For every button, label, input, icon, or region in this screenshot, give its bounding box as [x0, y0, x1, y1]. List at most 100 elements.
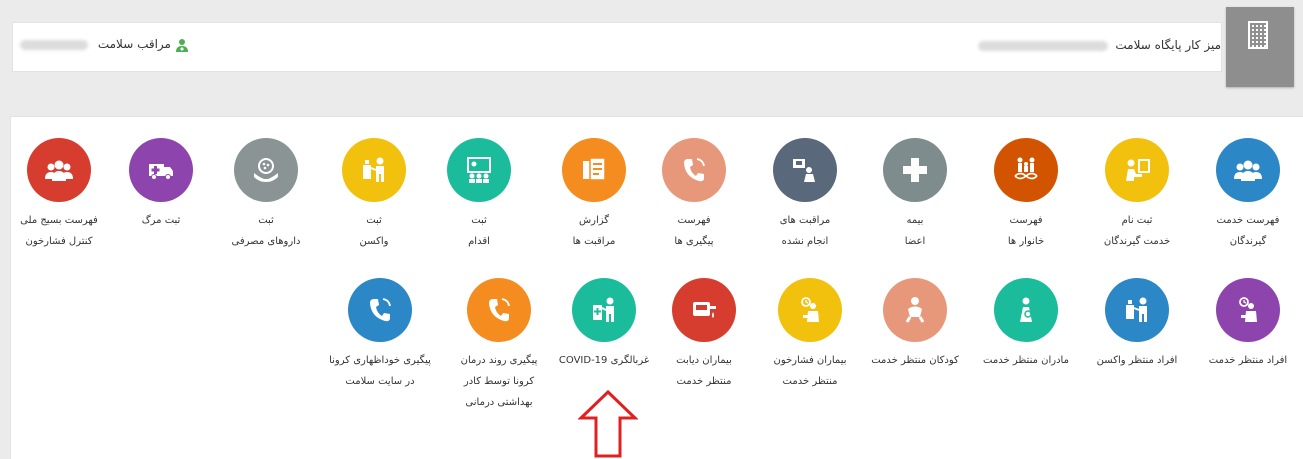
workspace-tile[interactable] — [1226, 7, 1294, 87]
service-tile-darooha[interactable]: ثبت داروهای مصرفی — [211, 138, 321, 252]
service-tile-bime[interactable]: بیمه اعضا — [860, 138, 970, 252]
service-label: اقدام — [468, 236, 490, 247]
health-worker-icon — [175, 38, 188, 52]
service-tile-feshar[interactable]: بیماران فشارخون منتظر خدمت — [755, 278, 865, 392]
service-label: منتظر خدمت — [676, 376, 732, 387]
service-tile-montazer-khedmat[interactable]: افراد منتظر خدمت — [1193, 278, 1303, 371]
user-role: مراقب سلامت — [97, 37, 171, 51]
service-tile-button[interactable] — [27, 138, 91, 202]
service-tile-basij[interactable]: فهرست بسیج ملی کنترل فشارخون — [4, 138, 114, 252]
medicine-hands-icon — [254, 158, 278, 182]
service-label: اعضا — [904, 236, 926, 247]
service-tile-button[interactable] — [234, 138, 298, 202]
service-tile-button[interactable] — [342, 138, 406, 202]
service-label: پیگیری روند درمان — [460, 355, 538, 366]
service-tile-button[interactable] — [994, 278, 1058, 342]
mother-icon — [1020, 297, 1032, 322]
service-label: داروهای مصرفی — [231, 236, 301, 247]
service-tile-peygiri[interactable]: فهرست پیگیری ها — [639, 138, 749, 252]
service-tile-button[interactable] — [773, 138, 837, 202]
service-label: افراد منتظر واکسن — [1096, 355, 1178, 366]
service-label: خدمت گیرندگان — [1103, 236, 1171, 247]
service-label: گیرندگان — [1229, 236, 1267, 247]
service-label: بیماران فشارخون — [773, 355, 847, 366]
service-tile-button[interactable] — [1216, 278, 1280, 342]
service-tile-fehrest-khedmat[interactable]: فهرست خدمت گیرندگان — [1193, 138, 1303, 252]
service-tile-button[interactable] — [672, 278, 736, 342]
service-label: فهرست — [1009, 215, 1043, 226]
people-group-icon — [45, 160, 73, 181]
service-tile-button[interactable] — [348, 278, 412, 342]
service-label: بهداشتی درمانی — [465, 397, 533, 408]
service-label: مراقبت های — [779, 215, 831, 226]
service-tile-koodakan[interactable]: کودکان منتظر خدمت — [860, 278, 970, 371]
report-icon — [583, 157, 606, 181]
service-tile-button[interactable] — [1105, 138, 1169, 202]
service-tile-khodezhari[interactable]: پیگیری خوداظهاری کرونا در سایت سلامت — [325, 278, 435, 392]
workspace-title: میز کار پایگاه سلامت — [1115, 38, 1221, 52]
redacted-user-name — [20, 39, 88, 50]
service-tile-vaksan[interactable]: ثبت واکسن — [319, 138, 429, 252]
service-label: بیماران دیابت — [676, 355, 732, 366]
service-tile-gozaresh[interactable]: گزارش مراقبت ها — [539, 138, 649, 252]
service-tile-button[interactable] — [467, 278, 531, 342]
service-label: مراقبت ها — [572, 236, 616, 247]
service-label: ثبت نام — [1121, 215, 1153, 226]
vaccine-icon — [1126, 297, 1147, 322]
redacted-center-name — [977, 40, 1108, 51]
service-label: خانوار ها — [1007, 236, 1045, 247]
phone-icon — [370, 298, 391, 322]
building-icon — [1248, 21, 1268, 49]
ambulance-icon — [149, 164, 173, 180]
service-tile-button[interactable] — [1105, 278, 1169, 342]
waiting-person-icon — [801, 297, 819, 322]
header-title: میز کار پایگاه سلامت — [977, 38, 1221, 52]
service-tile-button[interactable] — [778, 278, 842, 342]
waiting-person-icon — [1239, 297, 1257, 322]
service-tile-button[interactable] — [562, 138, 626, 202]
service-label: ثبت مرگ — [141, 215, 181, 226]
service-tile-button[interactable] — [129, 138, 193, 202]
service-tile-peygiri-corona[interactable]: پیگیری روند درمان کرونا توسط کادر بهداشتی … — [444, 278, 554, 413]
family-dna-icon — [1014, 157, 1038, 180]
plus-cross-icon — [903, 158, 927, 182]
service-label: ثبت — [258, 215, 274, 226]
service-label: انجام نشده — [781, 236, 829, 247]
service-tile-button[interactable] — [447, 138, 511, 202]
service-tile-montazer-vaksan[interactable]: افراد منتظر واکسن — [1082, 278, 1192, 371]
service-tile-button[interactable] — [883, 278, 947, 342]
service-label: فهرست خدمت — [1216, 215, 1280, 226]
service-label: کنترل فشارخون — [25, 236, 93, 247]
service-tile-sabtenam[interactable]: ثبت نام خدمت گیرندگان — [1082, 138, 1192, 252]
service-tile-dyabet[interactable]: بیماران دیابت منتظر خدمت — [649, 278, 759, 392]
service-tile-moraghebat-anjam[interactable]: مراقبت های انجام نشده — [750, 138, 860, 252]
undone-care-icon — [793, 159, 815, 182]
service-label: افراد منتظر خدمت — [1208, 355, 1288, 366]
service-tile-eghdam[interactable]: ثبت اقدام — [424, 138, 534, 252]
service-label: واکسن — [359, 236, 389, 247]
service-label: پیگیری خوداظهاری کرونا — [329, 355, 431, 366]
glucometer-icon — [693, 302, 716, 318]
phone-icon — [489, 298, 510, 322]
service-tile-button[interactable] — [662, 138, 726, 202]
service-tile-khanevar[interactable]: فهرست خانوار ها — [971, 138, 1081, 252]
service-label: فهرست — [677, 215, 711, 226]
service-tile-marg[interactable]: ثبت مرگ — [106, 138, 216, 231]
service-tile-covid[interactable]: غربالگری COVID-19 — [549, 278, 659, 371]
service-label: کرونا توسط کادر — [463, 376, 535, 387]
service-tile-button[interactable] — [572, 278, 636, 342]
service-tile-madaran[interactable]: مادران منتظر خدمت — [971, 278, 1081, 371]
header-user: مراقب سلامت — [20, 37, 189, 52]
service-tile-button[interactable] — [883, 138, 947, 202]
service-label: ثبت — [471, 215, 487, 226]
service-label: غربالگری COVID-19 — [558, 355, 650, 366]
vaccine-icon — [363, 157, 384, 182]
service-label: در سایت سلامت — [345, 376, 415, 387]
service-label: مادران منتظر خدمت — [983, 355, 1069, 366]
service-tile-button[interactable] — [1216, 138, 1280, 202]
up-arrow-icon — [578, 390, 638, 458]
service-label: گزارش — [578, 215, 610, 226]
people-group-icon — [1234, 160, 1262, 181]
service-tile-button[interactable] — [994, 138, 1058, 202]
phone-icon — [684, 158, 705, 182]
